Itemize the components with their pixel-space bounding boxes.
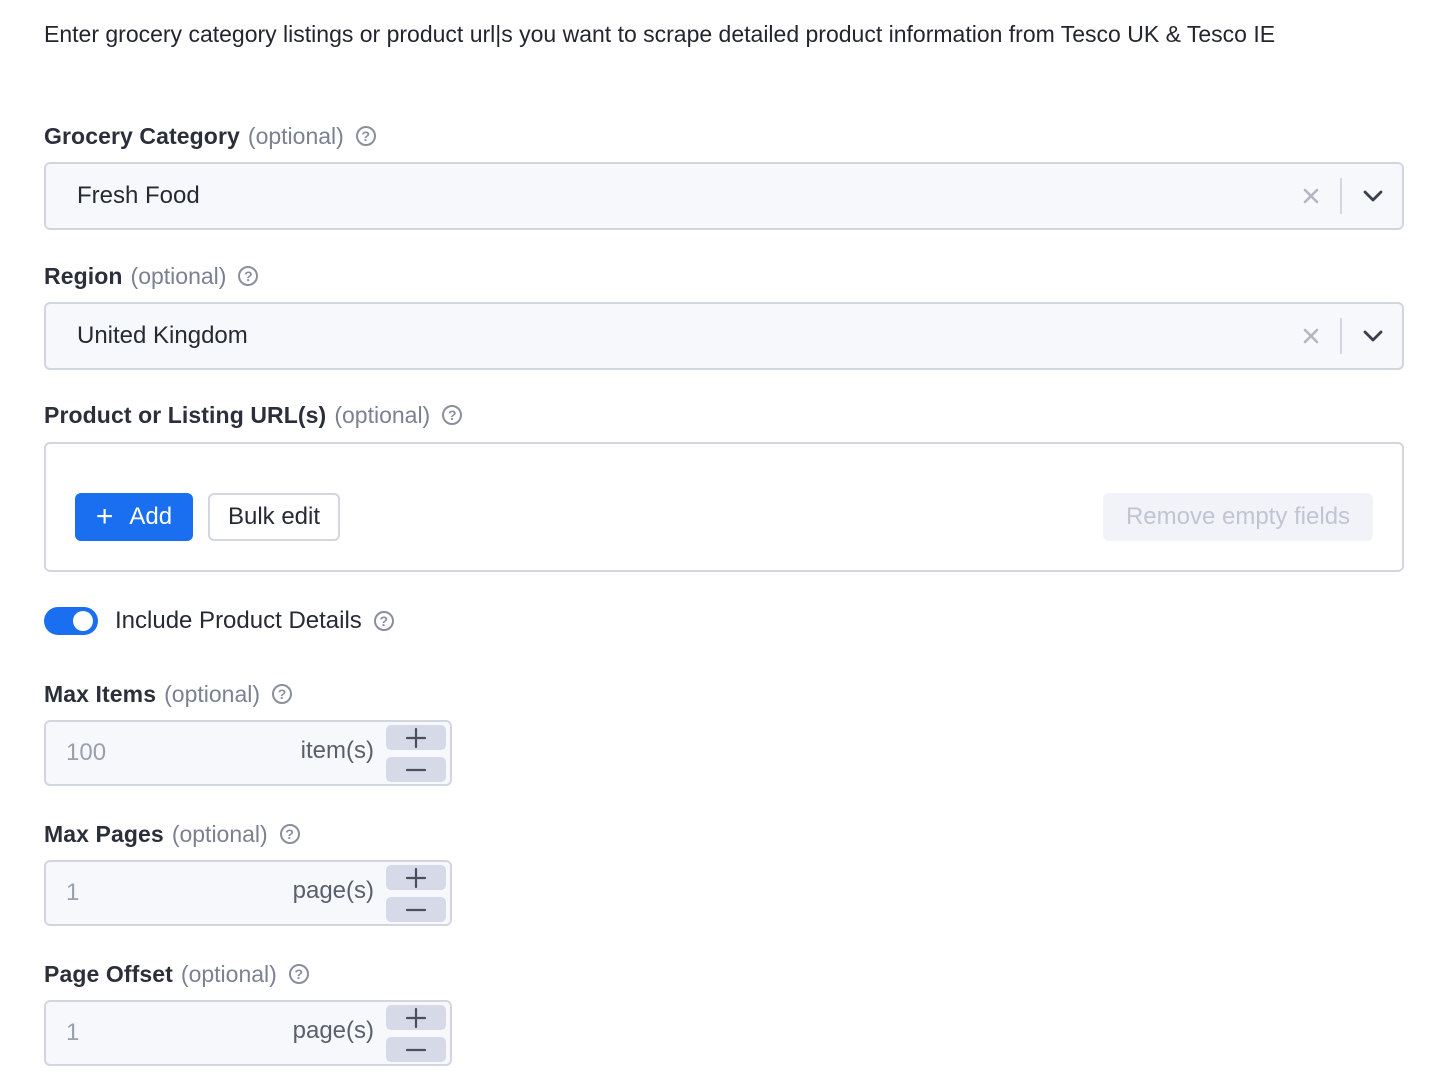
urls-label-text: Product or Listing URL(s) <box>44 402 327 428</box>
region-label-text: Region <box>44 263 123 289</box>
optional-text: (optional) <box>180 961 277 987</box>
clear-icon[interactable] <box>1290 316 1332 356</box>
plus-icon <box>405 1007 427 1028</box>
max-pages-unit: page(s) <box>292 877 374 904</box>
select-divider <box>1340 318 1342 354</box>
max-items-unit: item(s) <box>300 737 374 764</box>
minus-icon <box>405 768 427 771</box>
max-pages-label: Max Pages (optional) ? <box>44 819 300 849</box>
select-divider <box>1340 178 1342 214</box>
grocery-category-value: Fresh Food <box>77 182 200 209</box>
optional-text: (optional) <box>130 263 227 289</box>
increment-button[interactable] <box>386 725 446 750</box>
max-items-label-text: Max Items <box>44 681 157 707</box>
max-items-value: 100 <box>66 739 107 766</box>
max-items-input[interactable]: 100 item(s) <box>44 720 452 786</box>
decrement-button[interactable] <box>386 897 446 922</box>
increment-button[interactable] <box>386 865 446 890</box>
add-button[interactable]: + Add <box>75 493 193 541</box>
page-offset-unit: page(s) <box>292 1017 374 1044</box>
max-items-label: Max Items (optional) ? <box>44 679 293 709</box>
max-pages-label-text: Max Pages <box>44 821 164 847</box>
add-button-label: Add <box>129 503 173 530</box>
help-icon[interactable]: ? <box>442 405 463 425</box>
bulk-edit-button[interactable]: Bulk edit <box>208 493 340 541</box>
urls-box: + Add Bulk edit Remove empty fields <box>44 442 1404 572</box>
max-pages-value: 1 <box>66 879 80 906</box>
decrement-button[interactable] <box>386 1037 446 1062</box>
minus-icon <box>405 1048 427 1051</box>
help-icon[interactable]: ? <box>279 824 300 844</box>
optional-text: (optional) <box>171 821 268 847</box>
help-icon[interactable]: ? <box>238 266 259 286</box>
include-details-label: Include Product Details <box>115 607 362 634</box>
include-details-row: Include Product Details ? <box>44 607 394 635</box>
help-icon[interactable]: ? <box>288 964 309 984</box>
plus-icon <box>405 867 427 888</box>
include-details-toggle[interactable] <box>44 607 98 635</box>
max-pages-input[interactable]: 1 page(s) <box>44 860 452 926</box>
intro-text: Enter grocery category listings or produ… <box>44 21 1276 47</box>
minus-icon <box>405 908 427 911</box>
clear-icon[interactable] <box>1290 176 1332 216</box>
chevron-down-icon[interactable] <box>1352 176 1394 216</box>
optional-text: (optional) <box>334 402 431 428</box>
remove-empty-fields-button[interactable]: Remove empty fields <box>1103 493 1373 541</box>
urls-label: Product or Listing URL(s) (optional) ? <box>44 400 463 430</box>
chevron-down-icon[interactable] <box>1352 316 1394 356</box>
plus-icon: + <box>95 500 114 533</box>
page-offset-input[interactable]: 1 page(s) <box>44 1000 452 1066</box>
optional-text: (optional) <box>247 123 344 149</box>
grocery-category-label: Grocery Category (optional) ? <box>44 121 376 151</box>
grocery-category-label-text: Grocery Category <box>44 123 240 149</box>
help-icon[interactable]: ? <box>272 684 293 704</box>
help-icon[interactable]: ? <box>355 126 376 146</box>
region-value: United Kingdom <box>77 322 248 349</box>
page-offset-label-text: Page Offset <box>44 961 173 987</box>
toggle-knob <box>73 611 93 631</box>
optional-text: (optional) <box>164 681 261 707</box>
plus-icon <box>405 727 427 748</box>
page-offset-label: Page Offset (optional) ? <box>44 959 309 989</box>
page-offset-value: 1 <box>66 1019 80 1046</box>
region-label: Region (optional) ? <box>44 261 259 291</box>
grocery-category-select[interactable]: Fresh Food <box>44 162 1404 230</box>
decrement-button[interactable] <box>386 757 446 782</box>
region-select[interactable]: United Kingdom <box>44 302 1404 370</box>
help-icon[interactable]: ? <box>373 611 394 631</box>
increment-button[interactable] <box>386 1005 446 1030</box>
